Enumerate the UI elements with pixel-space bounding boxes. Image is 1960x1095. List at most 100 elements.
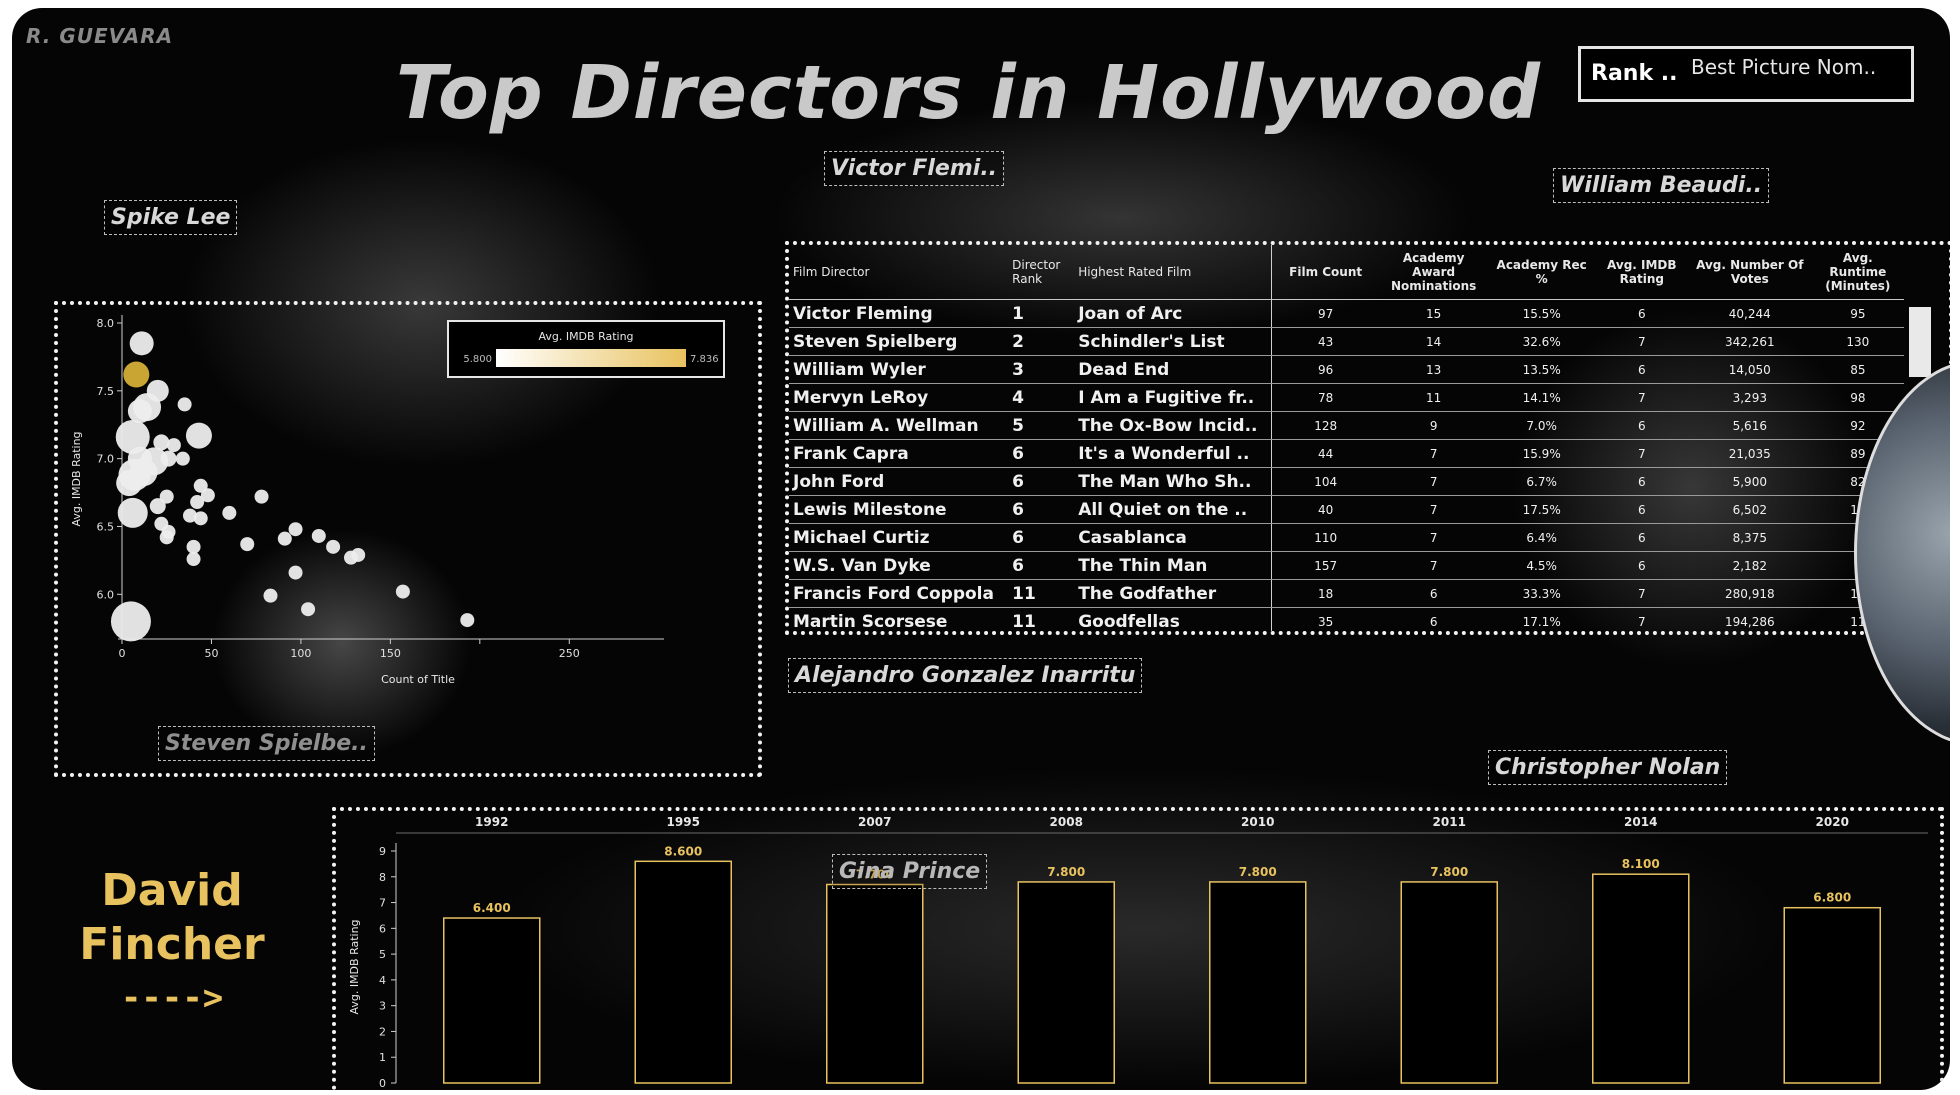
scatter-point[interactable] [344, 550, 359, 565]
table-row[interactable]: Steven Spielberg 2 Schindler's List 43 14 32.… [789, 327, 1904, 356]
category-label: 2014 [1624, 815, 1657, 829]
table-row[interactable]: Francis Ford Coppola 11 The Godfather 18 6 33… [789, 579, 1904, 608]
table-cell: 11 [1008, 579, 1075, 608]
scatter-point[interactable] [263, 588, 278, 603]
table-cell: 280,918 [1687, 579, 1812, 608]
rank-filter-dropdown[interactable]: Rank .. Best Picture Nom.. [1578, 46, 1914, 102]
scatter-point[interactable] [277, 531, 292, 546]
scatter-point[interactable] [159, 530, 174, 545]
scatter-point[interactable] [175, 451, 190, 466]
bar[interactable] [826, 883, 924, 1084]
director-plate-spike-lee[interactable]: Spike Lee [104, 200, 238, 235]
table-row[interactable]: Martin Scorsese 11 Goodfellas 35 6 17.1% 7 194,… [789, 607, 1904, 631]
scatter-point[interactable] [166, 438, 181, 453]
bar[interactable] [634, 860, 732, 1084]
scatter-point[interactable] [254, 489, 269, 504]
director-plate-gina-prince[interactable]: Gina Prince [832, 854, 988, 889]
scatter-point[interactable] [177, 397, 192, 412]
table-cell: 2 [1008, 327, 1075, 356]
table-cell: 3,293 [1687, 383, 1812, 412]
table-cell: I Am a Fugitive fr.. [1074, 383, 1272, 412]
scatter-point[interactable] [190, 495, 205, 510]
table-cell: 5 [1008, 411, 1075, 440]
table-cell: 128 [1271, 411, 1380, 440]
scatter-point[interactable] [301, 602, 316, 617]
scatter-point[interactable] [288, 565, 303, 580]
director-plate-william-beaudine[interactable]: William Beaudi.. [1553, 168, 1770, 203]
scatter-point[interactable] [288, 522, 303, 537]
table-row[interactable]: Frank Capra 6 It's a Wonderful .. 44 7 15.9% 7… [789, 439, 1904, 468]
scatter-point[interactable] [129, 331, 154, 356]
column-header[interactable]: Film Count [1271, 245, 1380, 300]
column-header[interactable]: Academy Rec % [1487, 245, 1596, 300]
table-cell: 342,261 [1687, 327, 1812, 356]
table-row[interactable]: William Wyler 3 Dead End 96 13 13.5% 6 14,050 85 [789, 355, 1904, 384]
table-cell: 15.9% [1487, 439, 1596, 468]
bar[interactable] [1783, 906, 1881, 1084]
bar[interactable] [1017, 881, 1115, 1084]
scatter-point[interactable] [222, 505, 237, 520]
bar-value-label: 7.800 [1239, 865, 1277, 879]
scatter-point[interactable] [110, 601, 151, 642]
column-header[interactable]: Film Director [789, 245, 1009, 300]
table-row[interactable]: Mervyn LeRoy 4 I Am a Fugitive fr.. 78 11 14.… [789, 383, 1904, 412]
scatter-point[interactable] [160, 450, 177, 467]
table-row[interactable]: Lewis Milestone 6 All Quiet on the .. 40 7 17… [789, 495, 1904, 524]
x-tick-label: 0 [119, 647, 126, 660]
scatter-point[interactable] [186, 552, 201, 567]
y-tick-label: 2 [379, 1025, 386, 1038]
table-cell: The Thin Man [1074, 551, 1272, 580]
table-cell: 104 [1271, 467, 1380, 496]
bar[interactable] [1400, 881, 1498, 1084]
table-cell: 7 [1379, 495, 1488, 524]
table-cell: 194,286 [1687, 607, 1812, 631]
table-row[interactable]: Michael Curtiz6Casablanca11076.4%68,3759 [789, 523, 1904, 552]
scatter-point[interactable] [149, 498, 166, 515]
table-cell: 13 [1379, 355, 1488, 384]
dashboard-title: Top Directors in Hollywood [396, 50, 1541, 136]
table-row[interactable]: W.S. Van Dyke 6 The Thin Man 157 7 4.5% 6 2,182… [789, 551, 1904, 580]
bar[interactable] [1209, 881, 1307, 1084]
scatter-point[interactable] [186, 539, 201, 554]
table-cell: William A. Wellman [789, 411, 1009, 440]
table-cell: 7 [1595, 607, 1688, 631]
table-cell: 18 [1271, 579, 1380, 608]
scatter-point[interactable] [193, 511, 208, 526]
table-cell: Casablanca [1074, 523, 1272, 552]
table-row[interactable]: John Ford 6 The Man Who Sh.. 104 7 6.7% 6 5,900… [789, 467, 1904, 496]
legend-min-label: 5.800 [463, 354, 492, 365]
director-plate-alejandro-inarritu[interactable]: Alejandro Gonzalez Inarritu [788, 658, 1143, 693]
table-row[interactable]: Victor Fleming 1 Joan of Arc 97 15 15.5% 6 40,2… [789, 299, 1904, 328]
table-cell: The Man Who Sh.. [1074, 467, 1272, 496]
column-header[interactable]: Highest Rated Film [1074, 245, 1272, 300]
y-tick-label: 8.0 [97, 317, 115, 330]
scatter-point[interactable] [460, 613, 475, 628]
column-header[interactable]: Director Rank [1008, 245, 1075, 300]
director-plate-christopher-nolan[interactable]: Christopher Nolan [1488, 750, 1728, 785]
scatter-point[interactable] [127, 399, 152, 424]
column-header[interactable]: Avg. IMDB Rating [1595, 245, 1688, 300]
scatter-point[interactable] [311, 528, 326, 543]
table-cell: 32.6% [1487, 327, 1596, 356]
scatter-point[interactable] [240, 537, 255, 552]
bar[interactable] [1592, 873, 1690, 1084]
table-cell: 7 [1595, 439, 1688, 468]
scatter-point[interactable] [123, 361, 150, 388]
director-plate-victor-fleming[interactable]: Victor Flemi.. [824, 151, 1005, 186]
table-scrollbar[interactable] [1909, 307, 1931, 377]
table-cell: 11 [1008, 607, 1075, 631]
scatter-point[interactable] [116, 470, 143, 497]
director-plate-steven-spielberg[interactable]: Steven Spielbe.. [158, 726, 375, 761]
scatter-point[interactable] [185, 422, 212, 449]
bar-value-label: 8.100 [1622, 857, 1660, 871]
column-header[interactable]: Avg. Number Of Votes [1687, 245, 1812, 300]
table-cell: 6 [1008, 495, 1075, 524]
scatter-point[interactable] [326, 539, 341, 554]
table-row[interactable]: William A. Wellman 5 The Ox-Bow Incid.. 128… [789, 411, 1904, 440]
table-cell: 6 [1595, 551, 1688, 580]
scatter-point[interactable] [395, 584, 410, 599]
column-header[interactable]: Avg. Runtime (Minutes) [1811, 245, 1904, 300]
scatter-point[interactable] [117, 497, 148, 528]
bar[interactable] [443, 917, 541, 1084]
column-header[interactable]: Academy Award Nominations [1379, 245, 1488, 300]
